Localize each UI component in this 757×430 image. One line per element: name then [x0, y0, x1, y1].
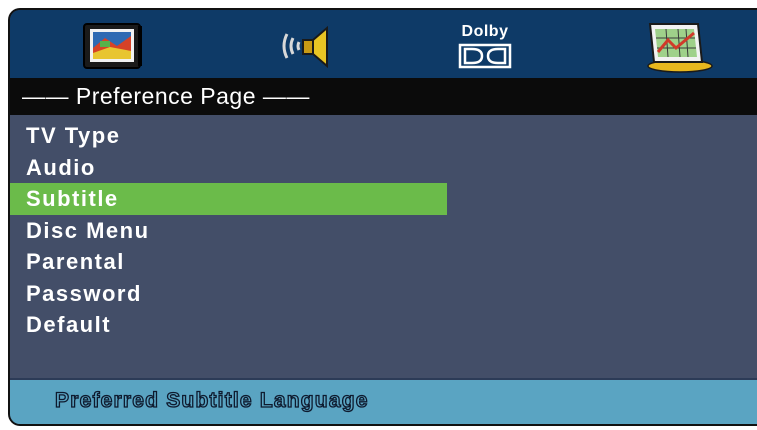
menu-item-label: Audio [26, 154, 96, 180]
menu-item-label: Password [26, 280, 142, 306]
menu-item-default[interactable]: Default [10, 309, 447, 341]
menu-item-subtitle[interactable]: Subtitle [10, 183, 447, 215]
menu-item-parental[interactable]: Parental [10, 246, 447, 278]
top-icon-bar: Dolby [10, 10, 757, 78]
menu-item-disc-menu[interactable]: Disc Menu [10, 215, 447, 247]
hint-text: Preferred Subtitle Language [54, 388, 369, 412]
menu-item-password[interactable]: Password [10, 278, 447, 310]
menu-item-tv-type[interactable]: TV Type [10, 120, 447, 152]
tv-setup-icon[interactable] [76, 18, 150, 74]
menu-item-label: Parental [26, 249, 125, 274]
status-bar: Preferred Subtitle Language [10, 378, 757, 424]
double-d-icon [458, 43, 512, 68]
dolby-icon[interactable]: Dolby [450, 18, 520, 74]
preference-menu: TV Type Audio Subtitle Disc Menu Parenta… [10, 120, 757, 341]
menu-item-label: Disc Menu [26, 217, 150, 243]
menu-item-label: Default [26, 312, 112, 337]
speaker-audio-icon[interactable] [268, 18, 342, 74]
preference-chart-icon[interactable] [634, 18, 720, 74]
dolby-label: Dolby [461, 22, 509, 40]
dvd-setup-menu: Dolby —— Preference Page —— TV Type Audi… [8, 8, 757, 426]
page-title: —— Preference Page —— [10, 78, 757, 115]
menu-item-label: TV Type [26, 123, 121, 148]
menu-item-audio[interactable]: Audio [10, 152, 447, 184]
menu-item-label: Subtitle [26, 186, 119, 211]
